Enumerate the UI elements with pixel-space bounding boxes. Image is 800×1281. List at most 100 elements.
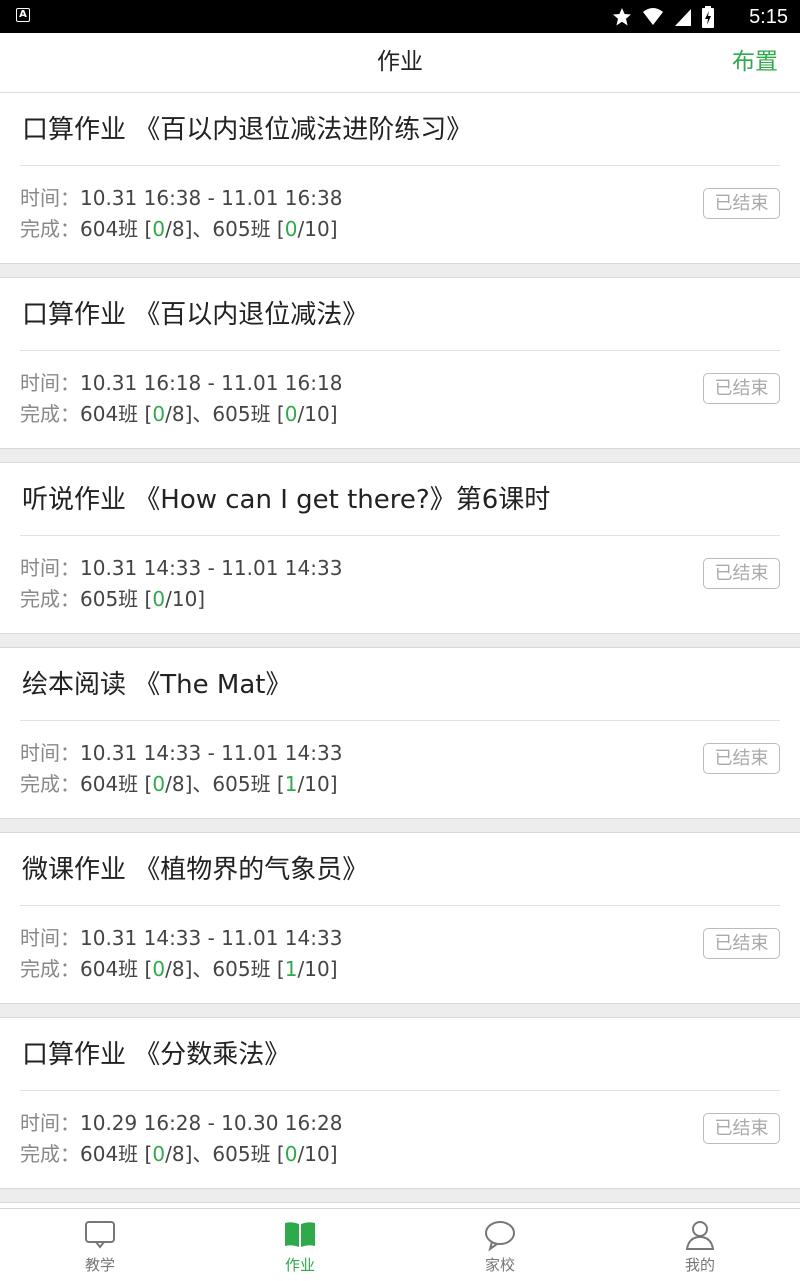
total-count: 10 [304,217,330,241]
total-count: 8 [171,402,185,426]
completion-label: 完成： [20,957,80,981]
bottom-tab-bar: 教学 作业 家校 我的 [0,1208,800,1281]
tab-homework[interactable]: 作业 [200,1209,400,1281]
time-range: 10.31 16:38 - 11.01 16:38 [80,186,343,210]
completed-count: 0 [152,587,166,611]
homework-title: 听说作业 《How can I get there?》第6课时 [22,485,551,515]
homework-time: 时间：10.31 14:33 - 11.01 14:33 [20,554,342,582]
time-label: 时间： [20,926,80,950]
tab-home-school[interactable]: 家校 [400,1209,600,1281]
bracket-open: [ [138,587,153,611]
completed-count: 1 [284,957,298,981]
completion-label: 完成： [20,217,80,241]
status-badge: 已结束 [703,1113,780,1144]
homework-completion: 完成：604班 [0/8]、605班 [0/10] [20,215,338,243]
homework-list: 口算作业 《百以内退位减法进阶练习》 时间：10.31 16:38 - 11.01… [0,93,800,1219]
class-name: 605班 [212,957,271,981]
class-separator: 、 [192,772,213,796]
time-range: 10.31 16:18 - 11.01 16:18 [80,371,343,395]
homework-time: 时间：10.29 16:28 - 10.30 16:28 [20,1109,342,1137]
homework-time: 时间：10.31 14:33 - 11.01 14:33 [20,739,342,767]
time-range: 10.31 14:33 - 11.01 14:33 [80,926,343,950]
bracket-close: ] [329,217,338,241]
homework-time: 时间：10.31 16:38 - 11.01 16:38 [20,184,342,212]
homework-card[interactable]: 口算作业 《分数乘法》 时间：10.29 16:28 - 10.30 16:28 完… [0,1017,800,1189]
class-name: 604班 [80,772,139,796]
divider [20,720,780,721]
wifi-icon [643,8,663,25]
class-separator: 、 [192,957,213,981]
class-name: 604班 [80,1142,139,1166]
status-badge: 已结束 [703,188,780,219]
class-name: 605班 [212,772,271,796]
class-name: 604班 [80,957,139,981]
completion-label: 完成： [20,1142,80,1166]
bracket-open: [ [138,217,153,241]
signal-icon [675,9,691,26]
completion-label: 完成： [20,402,80,426]
bracket-close: ] [329,1142,338,1166]
bracket-open: [ [270,217,285,241]
time-range: 10.31 14:33 - 11.01 14:33 [80,556,343,580]
divider [20,165,780,166]
battery-icon [702,6,714,28]
tab-mine[interactable]: 我的 [600,1209,800,1281]
homework-title: 绘本阅读 《The Mat》 [22,670,292,700]
tab-teaching[interactable]: 教学 [0,1209,200,1281]
total-count: 8 [171,217,185,241]
total-count: 8 [171,957,185,981]
bracket-open: [ [270,1142,285,1166]
completion-label: 完成： [20,587,80,611]
homework-completion: 完成：604班 [0/8]、605班 [1/10] [20,955,338,983]
completed-count: 0 [152,1142,166,1166]
homework-card[interactable]: 口算作业 《百以内退位减法进阶练习》 时间：10.31 16:38 - 11.01… [0,93,800,264]
homework-card[interactable]: 口算作业 《百以内退位减法》 时间：10.31 16:18 - 11.01 16:… [0,277,800,449]
class-name: 605班 [212,402,271,426]
slash: / [165,587,172,611]
slash: / [165,402,172,426]
book-icon [285,1222,315,1247]
app-header: 作业 布置 [0,33,800,93]
time-range: 10.31 14:33 - 11.01 14:33 [80,741,343,765]
homework-completion: 完成：604班 [0/8]、605班 [1/10] [20,770,338,798]
speech-bubble-icon [485,1221,515,1252]
completed-count: 0 [152,957,166,981]
class-name: 604班 [80,402,139,426]
class-separator: 、 [192,402,213,426]
bracket-open: [ [270,957,285,981]
homework-card[interactable]: 微课作业 《植物界的气象员》 时间：10.31 14:33 - 11.01 14:… [0,832,800,1004]
homework-completion: 完成：604班 [0/8]、605班 [0/10] [20,1140,338,1168]
slash: / [165,957,172,981]
page-title: 作业 [377,49,423,75]
bracket-open: [ [138,957,153,981]
bracket-open: [ [270,772,285,796]
bracket-close: ] [197,587,206,611]
slash: / [165,772,172,796]
homework-card[interactable]: 听说作业 《How can I get there?》第6课时 时间：10.31 … [0,462,800,634]
status-badge: 已结束 [703,743,780,774]
class-name: 605班 [212,1142,271,1166]
time-label: 时间： [20,371,80,395]
class-separator: 、 [192,1142,213,1166]
status-bar: A 5:15 [0,0,800,33]
star-icon [613,8,631,26]
completed-count: 0 [284,402,298,426]
homework-card[interactable]: 绘本阅读 《The Mat》时间：10.31 14:33 - 11.01 14:… [0,647,800,819]
total-count: 10 [304,772,330,796]
total-count: 10 [304,1142,330,1166]
class-name: 605班 [80,587,139,611]
total-count: 10 [171,587,198,611]
completed-count: 0 [284,1142,298,1166]
assign-button[interactable]: 布置 [732,33,778,92]
completed-count: 1 [284,772,298,796]
tab-label: 家校 [484,1256,515,1274]
completed-count: 0 [152,402,166,426]
slash: / [165,217,172,241]
total-count: 10 [304,402,330,426]
bracket-open: [ [138,772,153,796]
class-name: 605班 [212,217,271,241]
homework-title: 口算作业 《百以内退位减法进阶练习》 [22,115,473,145]
notification-icon: A [16,8,30,22]
completed-count: 0 [284,217,298,241]
time-label: 时间： [20,556,80,580]
